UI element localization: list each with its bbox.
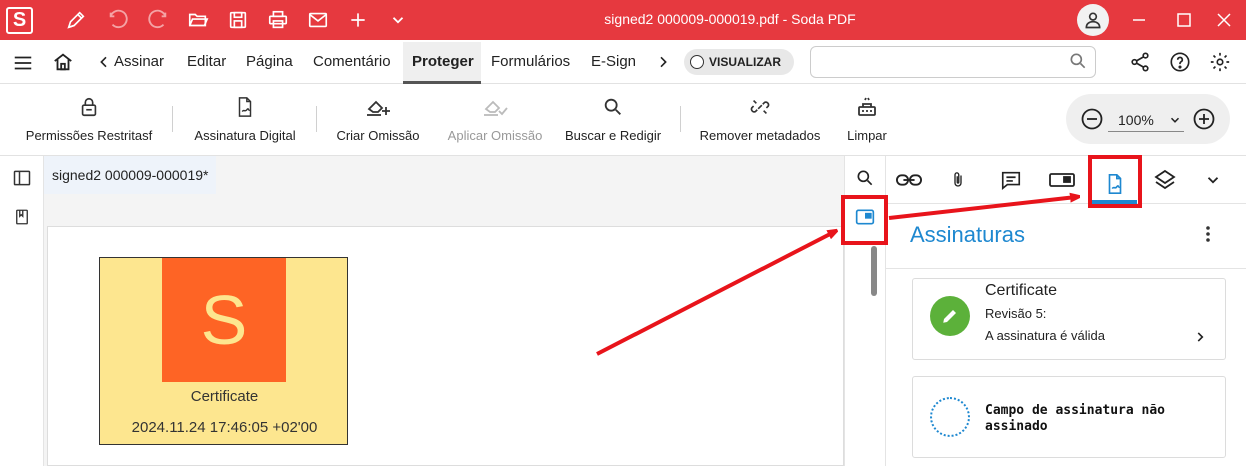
arrow-to-signature-field xyxy=(596,232,834,356)
annotation-arrows xyxy=(596,0,1246,356)
arrow-to-signatures-tab xyxy=(888,197,1076,220)
